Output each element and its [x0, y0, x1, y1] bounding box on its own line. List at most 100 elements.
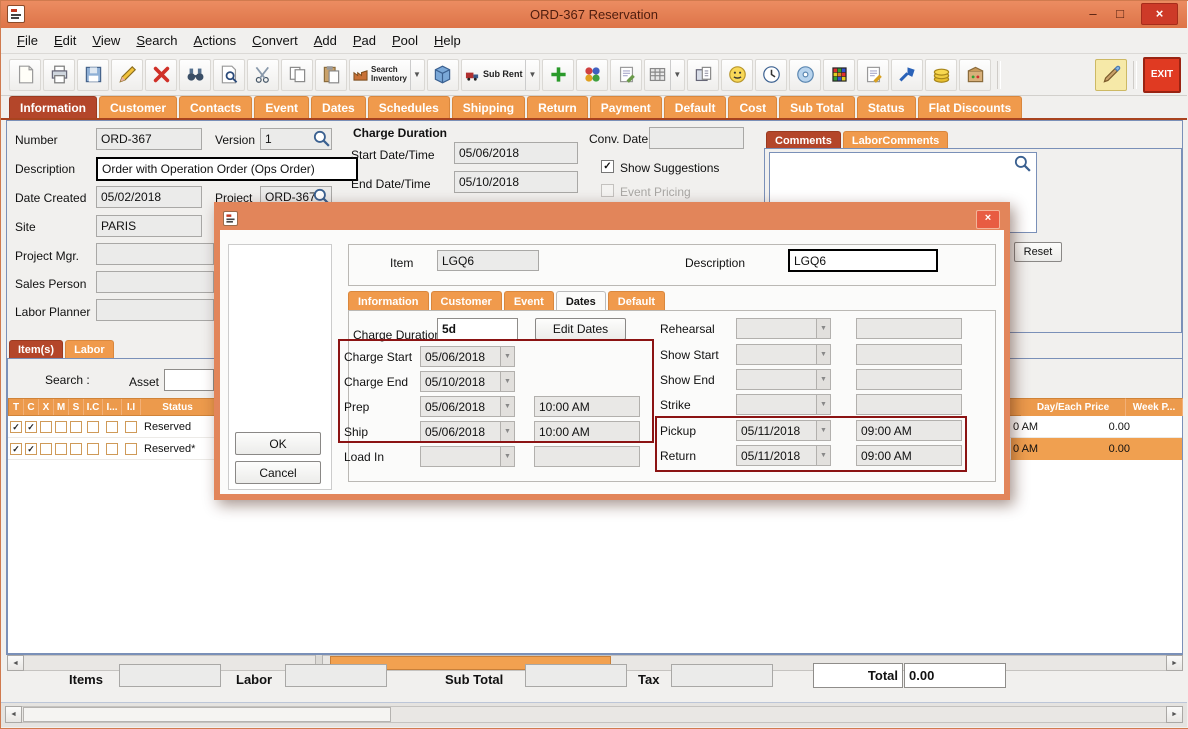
start-date-field[interactable]: 05/06/2018 [454, 142, 578, 164]
reset-button[interactable]: Reset [1014, 242, 1062, 262]
cube-icon[interactable] [427, 59, 459, 91]
strike-dropdown-icon[interactable]: ▼ [817, 394, 831, 415]
ship-dropdown-icon[interactable]: ▼ [501, 421, 515, 442]
tab-sub-total[interactable]: Sub Total [779, 96, 855, 118]
tab-schedules[interactable]: Schedules [368, 96, 450, 118]
tab-cost[interactable]: Cost [728, 96, 777, 118]
comments-search-icon[interactable] [1013, 154, 1031, 177]
link-arrow-icon[interactable] [891, 59, 923, 91]
rehearsal-time-field[interactable] [856, 318, 962, 339]
menu-pad[interactable]: Pad [345, 29, 384, 52]
edit-dates-button[interactable]: Edit Dates [535, 318, 626, 340]
tab-comments[interactable]: Comments [766, 131, 841, 149]
disc-icon[interactable] [789, 59, 821, 91]
show-end-dropdown-icon[interactable]: ▼ [817, 369, 831, 390]
note-edit-icon[interactable] [610, 59, 642, 91]
notes-icon[interactable] [857, 59, 889, 91]
grid-dropdown-icon[interactable]: ▼ [670, 60, 681, 90]
row1-checkbox-i2[interactable] [106, 421, 118, 433]
row1-checkbox-m[interactable] [55, 421, 67, 433]
tab-information[interactable]: Information [9, 96, 97, 118]
tab-labor[interactable]: Labor [65, 340, 114, 358]
menu-search[interactable]: Search [128, 29, 185, 52]
package-icon[interactable] [959, 59, 991, 91]
footer-tax-field[interactable] [671, 664, 773, 687]
row2-checkbox-x[interactable] [40, 443, 52, 455]
prep-date-field[interactable]: 05/06/2018 [420, 396, 501, 417]
dialog-description-field[interactable]: LGQ6 [788, 249, 938, 272]
end-date-field[interactable]: 05/10/2018 [454, 171, 578, 193]
charge-start-dropdown-icon[interactable]: ▼ [501, 346, 515, 367]
ship-time-field[interactable]: 10:00 AM [534, 421, 640, 442]
load-in-date-field[interactable] [420, 446, 501, 467]
cancel-button[interactable]: Cancel [235, 461, 321, 484]
tab-flat-discounts[interactable]: Flat Discounts [918, 96, 1023, 118]
row2-checkbox-m[interactable] [55, 443, 67, 455]
group-icon[interactable] [576, 59, 608, 91]
show-start-dropdown-icon[interactable]: ▼ [817, 344, 831, 365]
show-start-date-field[interactable] [736, 344, 817, 365]
maximize-button[interactable]: □ [1108, 6, 1132, 23]
number-field[interactable]: ORD-367 [96, 128, 202, 150]
row2-checkbox-i2[interactable] [106, 443, 118, 455]
money-icon[interactable] [925, 59, 957, 91]
tab-labor-comments[interactable]: LaborComments [843, 131, 948, 149]
tab-dates[interactable]: Dates [311, 96, 366, 118]
rehearsal-date-field[interactable] [736, 318, 817, 339]
return-date-field[interactable]: 05/11/2018 [736, 445, 817, 466]
tab-return[interactable]: Return [527, 96, 588, 118]
dialog-tab-default[interactable]: Default [608, 291, 665, 310]
prep-dropdown-icon[interactable]: ▼ [501, 396, 515, 417]
report-icon[interactable] [687, 59, 719, 91]
ship-date-field[interactable]: 05/06/2018 [420, 421, 501, 442]
tab-contacts[interactable]: Contacts [179, 96, 252, 118]
pickup-dropdown-icon[interactable]: ▼ [817, 420, 831, 441]
menu-actions[interactable]: Actions [186, 29, 245, 52]
clock-icon[interactable] [755, 59, 787, 91]
return-time-field[interactable]: 09:00 AM [856, 445, 962, 466]
menu-pool[interactable]: Pool [384, 29, 426, 52]
menu-convert[interactable]: Convert [244, 29, 306, 52]
cut-icon[interactable] [247, 59, 279, 91]
site-field[interactable]: PARIS [96, 215, 202, 237]
tab-customer[interactable]: Customer [99, 96, 177, 118]
exit-button[interactable]: EXIT [1143, 57, 1181, 93]
row2-checkbox-ic[interactable] [87, 443, 99, 455]
dialog-item-field[interactable]: LGQ6 [437, 250, 539, 271]
save-icon[interactable] [77, 59, 109, 91]
menu-view[interactable]: View [84, 29, 128, 52]
row1-checkbox-ic[interactable] [87, 421, 99, 433]
conv-date-field[interactable] [649, 127, 744, 149]
show-suggestions-checkbox[interactable] [601, 160, 614, 173]
menu-add[interactable]: Add [306, 29, 345, 52]
show-end-date-field[interactable] [736, 369, 817, 390]
rehearsal-dropdown-icon[interactable]: ▼ [817, 318, 831, 339]
scroll-right-arrow-icon[interactable]: ► [1166, 655, 1183, 671]
menu-edit[interactable]: Edit [46, 29, 84, 52]
pickup-time-field[interactable]: 09:00 AM [856, 420, 962, 441]
row1-checkbox-s[interactable] [70, 421, 82, 433]
strike-time-field[interactable] [856, 394, 962, 415]
scroll-left-arrow-icon[interactable]: ◄ [7, 655, 24, 671]
grid-view-button[interactable]: ▼ [644, 59, 685, 91]
ok-button[interactable]: OK [235, 432, 321, 455]
description-field[interactable]: Order with Operation Order (Ops Order) [96, 157, 358, 181]
row1-checkbox-t[interactable] [10, 421, 22, 433]
load-in-dropdown-icon[interactable]: ▼ [501, 446, 515, 467]
event-pricing-checkbox[interactable] [601, 184, 614, 197]
add-icon[interactable] [542, 59, 574, 91]
show-end-time-field[interactable] [856, 369, 962, 390]
search-inventory-dropdown-icon[interactable]: ▼ [410, 60, 421, 90]
tab-status[interactable]: Status [857, 96, 916, 118]
show-start-time-field[interactable] [856, 344, 962, 365]
row1-checkbox-ii[interactable] [125, 421, 137, 433]
return-dropdown-icon[interactable]: ▼ [817, 445, 831, 466]
version-search-icon[interactable] [312, 129, 330, 152]
menu-help[interactable]: Help [426, 29, 469, 52]
sales-person-field[interactable] [96, 271, 214, 293]
charge-start-date-field[interactable]: 05/06/2018 [420, 346, 501, 367]
tab-event[interactable]: Event [254, 96, 309, 118]
footer-sub-total-field[interactable] [525, 664, 627, 687]
dialog-tab-dates[interactable]: Dates [556, 291, 606, 310]
sub-rent-button[interactable]: Sub Rent ▼ [461, 59, 540, 91]
